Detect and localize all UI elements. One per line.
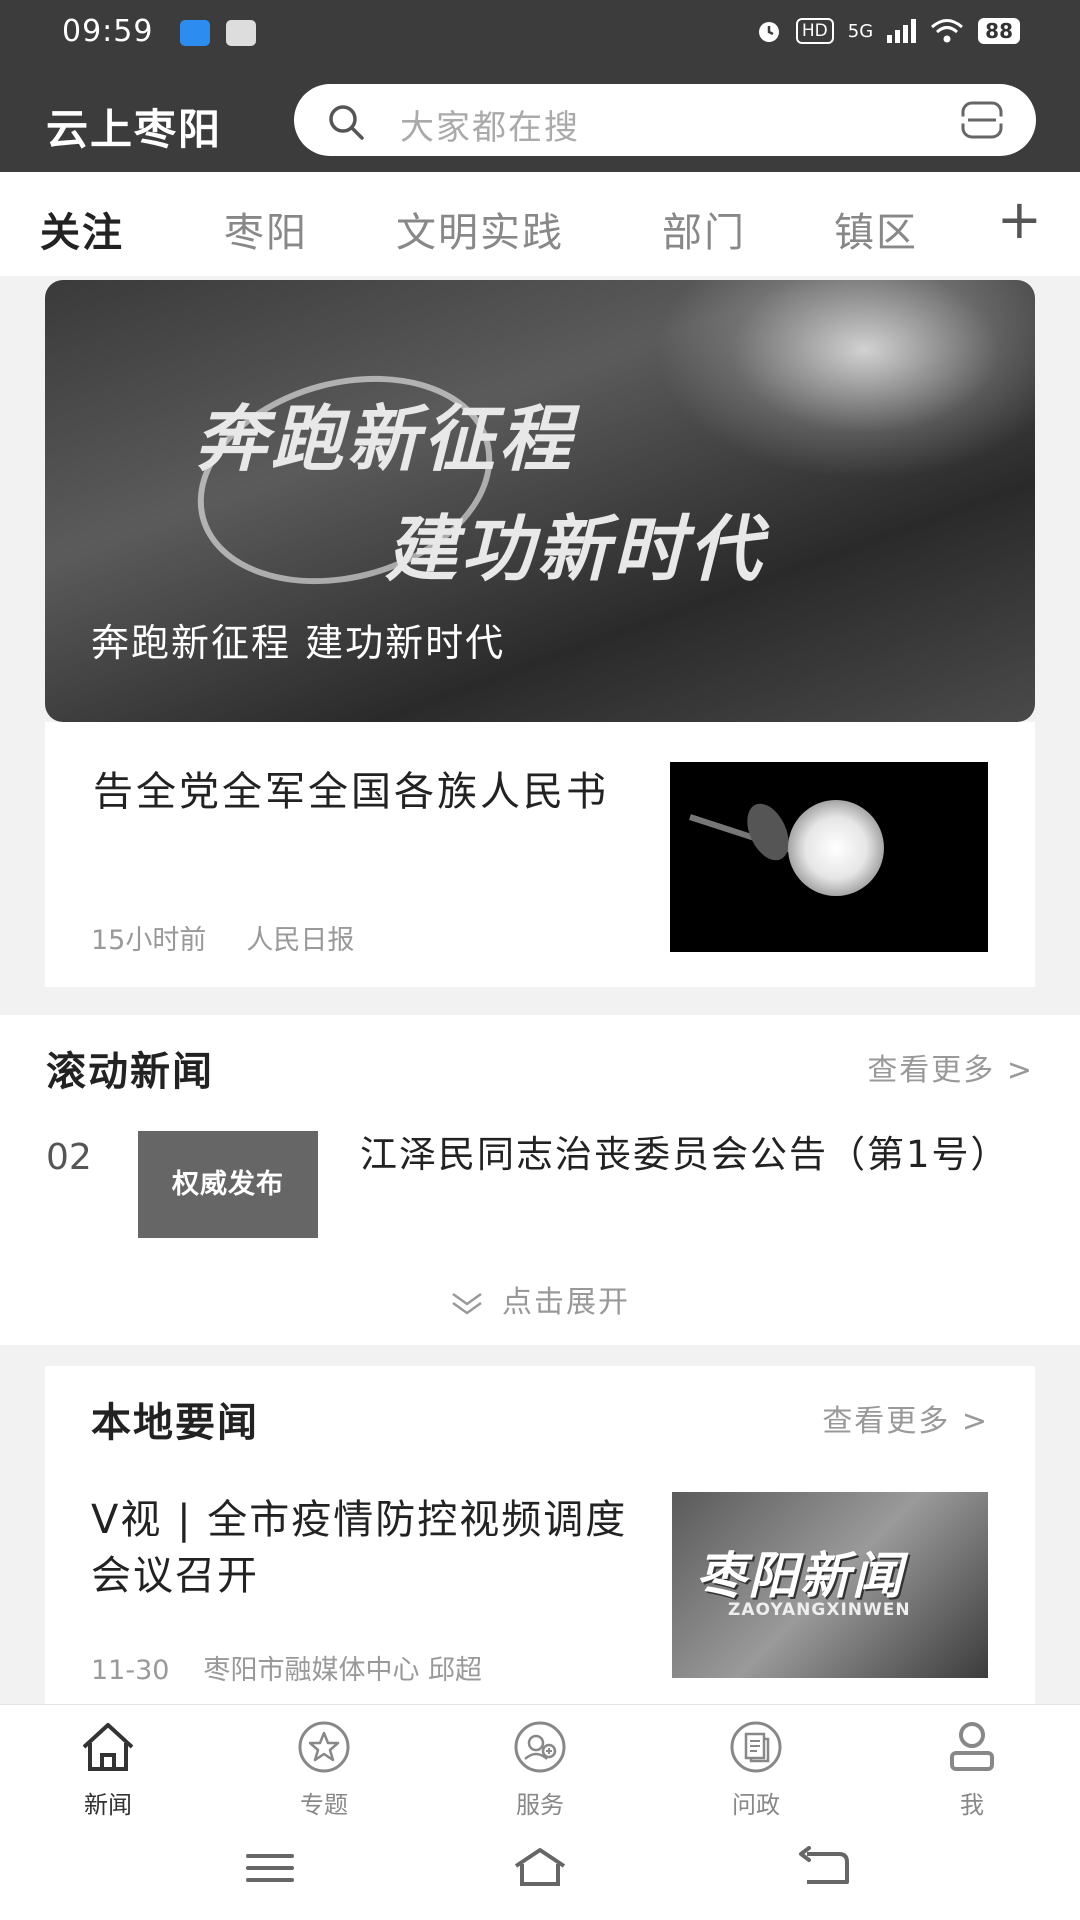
top-bar: 09:59 HD 5G 88 云上枣阳 大家都在搜: [0, 0, 1080, 172]
back-icon[interactable]: [795, 1846, 855, 1890]
status-bar: 09:59 HD 5G 88: [0, 0, 1080, 70]
add-channel-button[interactable]: +: [997, 188, 1042, 251]
feature-news-card[interactable]: 告全党全军全国各族人民书 15小时前 人民日报: [45, 722, 1035, 987]
rolling-news-item-title[interactable]: 江泽民同志治丧委员会公告（第1号）: [360, 1133, 1020, 1177]
signal-icon: [887, 19, 917, 43]
authority-release-tag: 权威发布: [138, 1131, 318, 1238]
local-news-title[interactable]: V视 | 全市疫情防控视频调度会议召开: [91, 1492, 631, 1604]
nav-label: 专题: [300, 1791, 348, 1819]
tab-civilization-practice[interactable]: 文明实践: [396, 200, 564, 258]
search-bar[interactable]: 大家都在搜: [294, 84, 1036, 156]
hd-badge: HD: [795, 18, 834, 44]
banner-caption: 奔跑新征程 建功新时代: [91, 621, 506, 665]
notification-message-icon: [226, 20, 256, 46]
news-time: 15小时前: [91, 925, 207, 956]
user-icon: [950, 1722, 994, 1771]
channel-tabs: 关注 枣阳 文明实践 部门 镇区 +: [0, 172, 1080, 276]
search-placeholder: 大家都在搜: [400, 108, 580, 148]
item-index: 02: [46, 1137, 92, 1178]
see-more-link[interactable]: 查看更多 >: [867, 1045, 1034, 1089]
news-title: 告全党全军全国各族人民书: [93, 769, 609, 815]
nav-label: 我: [960, 1791, 984, 1819]
chrysanthemum-image: [788, 800, 884, 896]
nav-me[interactable]: 我: [912, 1719, 1032, 1820]
nav-services[interactable]: 服务: [480, 1719, 600, 1820]
nav-label: 问政: [732, 1791, 780, 1819]
star-icon: [298, 1721, 350, 1773]
zaoyang-news-logo: 枣阳新闻: [696, 1547, 904, 1605]
nav-topics[interactable]: 专题: [264, 1719, 384, 1820]
news-date: 11-30: [91, 1655, 170, 1686]
network-type: 5G: [847, 20, 874, 42]
system-nav-bar: [0, 1816, 1080, 1920]
menu-icon[interactable]: [240, 1846, 300, 1890]
banner-art-line-2: 建功新时代: [385, 507, 766, 591]
tab-follow[interactable]: 关注: [40, 200, 124, 258]
section-title: 滚动新闻: [46, 1049, 214, 1095]
tab-towns[interactable]: 镇区: [834, 200, 918, 258]
tab-zaoyang[interactable]: 枣阳: [224, 200, 308, 258]
home-icon: [82, 1723, 134, 1771]
app-title: 云上枣阳: [46, 105, 223, 154]
nav-governance[interactable]: 问政: [696, 1719, 816, 1820]
alarm-icon: [758, 22, 779, 42]
wifi-icon: [931, 19, 964, 43]
notification-app-icon: [180, 20, 210, 46]
zaoyang-news-logo-en: ZAOYANGXINWEN: [728, 1600, 911, 1620]
local-news-thumbnail: 枣阳新闻 ZAOYANGXINWEN: [672, 1492, 988, 1678]
battery-indicator: 88: [978, 18, 1020, 44]
home-system-icon[interactable]: [510, 1846, 570, 1890]
status-indicators: HD 5G 88: [756, 18, 1020, 44]
expand-label: 点击展开: [502, 1285, 630, 1320]
local-news-meta: 11-30 枣阳市融媒体中心 邱超: [91, 1648, 482, 1687]
news-source: 枣阳市融媒体中心 邱超: [203, 1655, 483, 1686]
banner-art-line-1: 奔跑新征程: [195, 397, 576, 481]
news-meta: 15小时前 人民日报: [91, 918, 354, 957]
tab-departments[interactable]: 部门: [662, 200, 746, 258]
rolling-news-section: 滚动新闻 查看更多 > 02 权威发布 江泽民同志治丧委员会公告（第1号） 点击…: [0, 1015, 1080, 1345]
service-icon: [514, 1721, 566, 1773]
nav-label: 服务: [516, 1791, 564, 1819]
expand-button[interactable]: 点击展开: [0, 1277, 1080, 1321]
news-thumbnail: [670, 762, 988, 952]
section-title: 本地要闻: [91, 1400, 259, 1446]
scan-icon[interactable]: [960, 100, 1004, 140]
search-icon: [329, 105, 364, 140]
banner-carousel[interactable]: 奔跑新征程 建功新时代 奔跑新征程 建功新时代: [45, 280, 1035, 722]
see-more-link[interactable]: 查看更多 >: [822, 1396, 989, 1440]
banner-glow: [655, 280, 1035, 480]
chevron-down-icon: [452, 1292, 482, 1315]
local-news-section: 本地要闻 查看更多 > V视 | 全市疫情防控视频调度会议召开 11-30 枣阳市…: [45, 1366, 1035, 1706]
news-source: 人民日报: [246, 925, 355, 956]
document-icon: [730, 1721, 782, 1773]
bottom-nav: 新闻 专题 服务 问政 我: [0, 1704, 1080, 1819]
nav-label: 新闻: [84, 1791, 132, 1819]
nav-news[interactable]: 新闻: [48, 1719, 168, 1820]
status-time: 09:59: [62, 14, 154, 49]
